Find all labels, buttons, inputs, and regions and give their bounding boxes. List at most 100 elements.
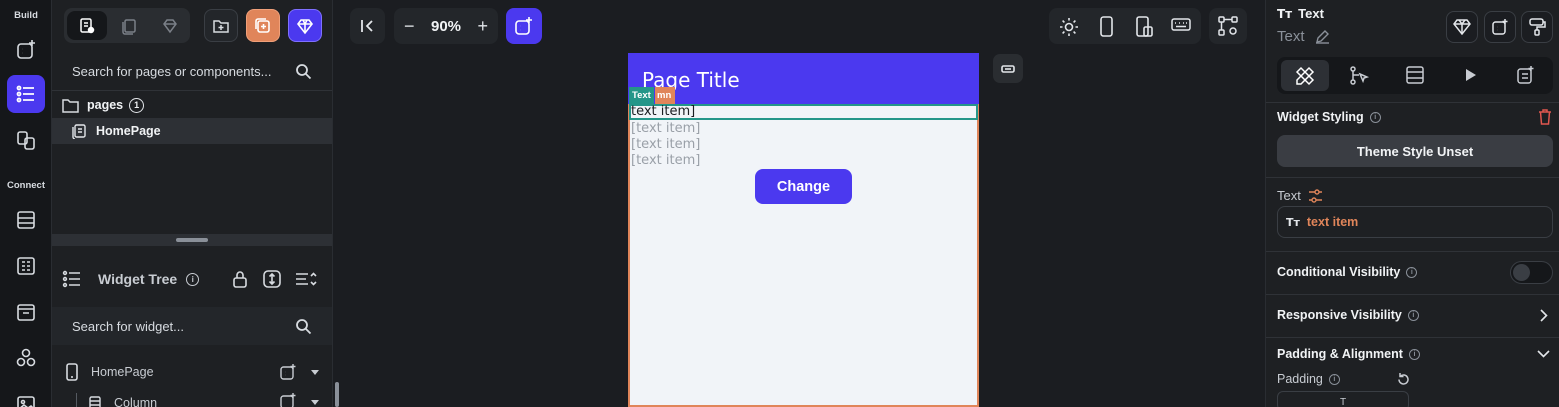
info-icon[interactable]: i	[1407, 309, 1419, 321]
phone-device-icon[interactable]	[1100, 16, 1113, 37]
panel-resize-bar[interactable]	[52, 234, 332, 246]
theme-style-button[interactable]: Theme Style Unset	[1277, 135, 1553, 167]
connect-section-label: Connect	[7, 180, 45, 191]
variable-binding-icon[interactable]	[1308, 188, 1323, 203]
text-item[interactable]: [text item]	[631, 137, 700, 152]
widget-search-input[interactable]: Search for widget...	[52, 307, 332, 345]
add-widget-button[interactable]	[506, 8, 542, 44]
padding-alignment-title[interactable]: Padding & Alignment i	[1277, 347, 1420, 361]
padding-top-input[interactable]: T	[1277, 391, 1409, 407]
page-search-input[interactable]: Search for pages or components...	[52, 52, 332, 90]
media-assets-icon[interactable]	[7, 293, 45, 331]
add-child-icon[interactable]	[279, 392, 297, 407]
text-value-field[interactable]: Tт text item	[1277, 206, 1553, 238]
sort-options-icon[interactable]	[295, 271, 317, 287]
conditional-visibility-toggle[interactable]	[1510, 261, 1553, 284]
divider	[1266, 102, 1559, 103]
section-label: Conditional Visibility	[1277, 265, 1401, 279]
padding-label: Padding	[1277, 372, 1323, 386]
theme-sun-icon[interactable]	[1059, 17, 1079, 37]
keyboard-icon[interactable]	[1171, 17, 1191, 35]
tree-node-homepage[interactable]: HomePage	[52, 359, 332, 385]
pages-folder-row[interactable]: pages 1	[52, 92, 332, 118]
info-icon[interactable]: i	[1328, 373, 1340, 385]
flow-settings-icon	[1218, 16, 1238, 36]
trash-icon[interactable]	[1538, 109, 1552, 125]
drag-handle[interactable]	[176, 238, 208, 242]
database-icon[interactable]	[7, 201, 45, 239]
widget-name-row[interactable]: Text	[1277, 28, 1330, 45]
widget-tree-title: Widget Tree	[98, 271, 178, 287]
library-diamond-button[interactable]	[1446, 11, 1478, 43]
play-icon[interactable]	[1465, 68, 1477, 82]
homepage-page-item[interactable]: HomePage	[52, 118, 332, 144]
text-item[interactable]: [text item]	[631, 153, 700, 168]
actions-icon[interactable]	[1348, 65, 1370, 87]
zoom-out-icon[interactable]: −	[404, 16, 415, 37]
change-button[interactable]: Change	[755, 169, 852, 204]
phone-icon	[66, 363, 78, 381]
add-widget-icon	[1492, 19, 1508, 35]
text-item[interactable]: [text item]	[631, 121, 700, 136]
chevron-right-icon[interactable]	[1540, 309, 1548, 322]
text-label: Text	[1277, 188, 1301, 203]
lock-icon[interactable]	[232, 270, 248, 288]
collapse-panel-button[interactable]	[350, 8, 385, 44]
folder-count-badge: 1	[129, 97, 145, 113]
backend-query-icon[interactable]	[1405, 65, 1425, 85]
widget-tree-icon[interactable]	[7, 75, 45, 113]
search-icon	[296, 63, 312, 79]
tree-guide-line	[76, 393, 77, 407]
zoom-control: − 90% +	[394, 8, 498, 44]
tree-node-column[interactable]: Column	[52, 390, 332, 407]
components-mode-icon[interactable]	[110, 11, 150, 40]
responsive-visibility-title[interactable]: Responsive Visibility i	[1277, 308, 1419, 322]
widget-type-label: Text	[1298, 6, 1324, 21]
chevron-down-icon[interactable]	[1537, 350, 1550, 358]
build-section-label: Build	[14, 10, 38, 21]
section-label: Responsive Visibility	[1277, 308, 1402, 322]
divider	[1266, 251, 1559, 252]
info-icon[interactable]: i	[186, 272, 200, 286]
scrollbar-thumb[interactable]	[335, 382, 339, 407]
flow-settings-button[interactable]	[1209, 8, 1247, 44]
api-calls-icon[interactable]	[7, 247, 45, 285]
tablet-device-icon[interactable]	[1136, 16, 1153, 37]
pages-mode-icon[interactable]	[67, 11, 107, 40]
add-component-icon[interactable]	[246, 9, 280, 42]
tree-node-label: HomePage	[91, 365, 154, 379]
info-icon[interactable]: i	[1408, 348, 1420, 360]
page-icon	[72, 124, 86, 139]
left-rail: Build Connect	[0, 0, 52, 407]
image-icon[interactable]	[7, 385, 45, 407]
left-panel-scrollbar[interactable]	[332, 0, 340, 407]
canvas-options-button[interactable]	[993, 54, 1023, 83]
add-widget-button[interactable]	[1484, 11, 1516, 43]
widget-styling-title: Widget Styling i	[1277, 110, 1381, 124]
text-item[interactable]: text item]	[631, 104, 695, 119]
integrations-icon[interactable]	[7, 339, 45, 377]
widget-state-icon[interactable]	[1516, 65, 1536, 85]
app-bar[interactable]: Page Title	[628, 53, 979, 104]
caret-down-icon[interactable]	[311, 400, 319, 405]
expand-collapse-icon[interactable]	[263, 270, 281, 288]
library-mode-icon[interactable]	[150, 11, 190, 40]
section-label: Padding & Alignment	[1277, 347, 1403, 361]
info-icon[interactable]: i	[1369, 111, 1381, 123]
devices-icon[interactable]	[7, 121, 45, 159]
paint-roller-button[interactable]	[1521, 11, 1553, 43]
new-folder-icon[interactable]	[204, 9, 238, 42]
add-widget-icon[interactable]	[7, 31, 45, 69]
info-icon[interactable]: i	[1406, 266, 1418, 278]
zoom-in-icon[interactable]: +	[477, 16, 488, 37]
widget-type-header: Tт Text	[1277, 6, 1324, 21]
library-diamond-icon[interactable]	[288, 9, 322, 42]
caret-down-icon[interactable]	[311, 369, 319, 375]
tab-properties[interactable]	[1281, 60, 1329, 91]
diamond-icon	[1453, 19, 1471, 35]
add-child-icon[interactable]	[279, 363, 297, 381]
edit-pencil-icon[interactable]	[1315, 29, 1330, 44]
widget-search-placeholder: Search for widget...	[72, 318, 184, 334]
design-tools-icon	[1295, 66, 1315, 85]
reset-icon[interactable]	[1396, 372, 1411, 387]
